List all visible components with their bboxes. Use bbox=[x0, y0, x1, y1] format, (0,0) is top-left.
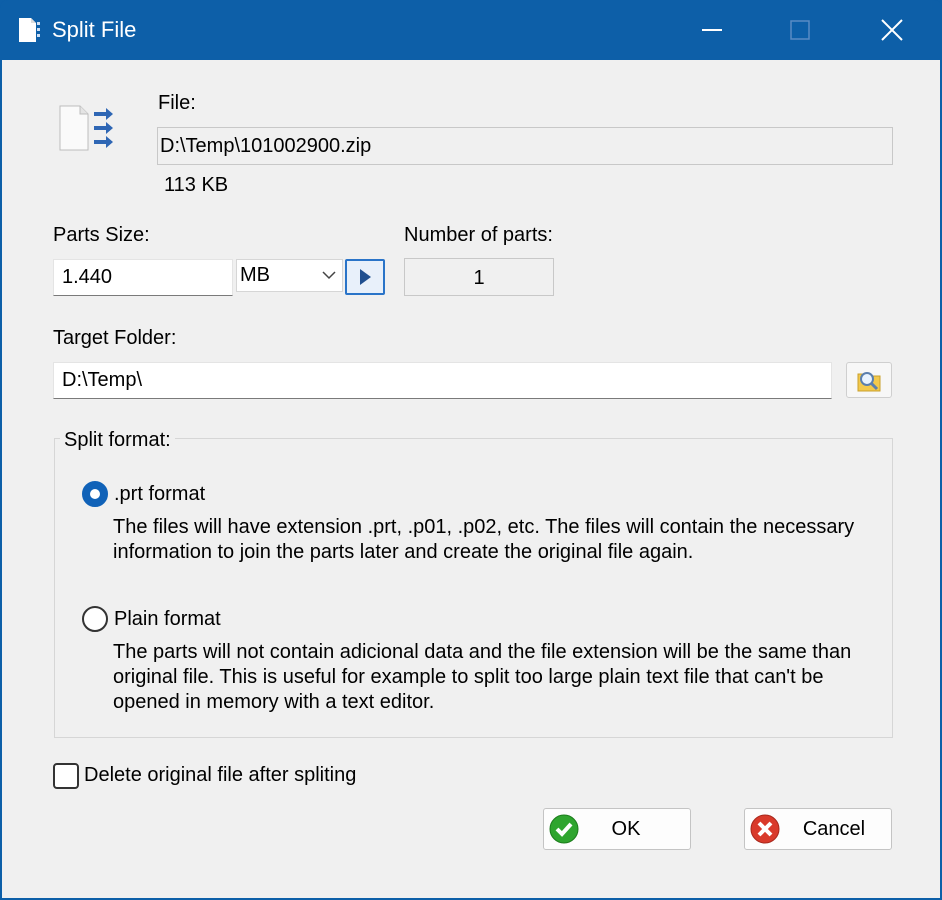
file-path-field: D:\Temp\101002900.zip bbox=[157, 127, 893, 165]
minimize-button[interactable] bbox=[672, 0, 752, 60]
window-title: Split File bbox=[52, 17, 137, 42]
file-split-arrows-icon bbox=[59, 105, 113, 151]
maximize-button[interactable] bbox=[760, 0, 840, 60]
target-folder-label: Target Folder: bbox=[53, 327, 177, 349]
size-unit-value: MB bbox=[240, 264, 270, 286]
split-file-icon bbox=[19, 18, 40, 42]
number-of-parts-label: Number of parts: bbox=[404, 224, 553, 246]
chevron-down-icon bbox=[322, 271, 336, 280]
prt-format-radio[interactable] bbox=[82, 481, 108, 507]
cancel-button-label: Cancel bbox=[802, 818, 866, 840]
ok-button-label: OK bbox=[611, 818, 641, 840]
plain-format-radio[interactable] bbox=[82, 606, 108, 632]
delete-original-checkbox[interactable] bbox=[53, 763, 79, 789]
target-folder-input[interactable]: D:\Temp\ bbox=[53, 362, 832, 399]
plain-format-label[interactable]: Plain format bbox=[114, 607, 221, 631]
close-button[interactable] bbox=[852, 0, 932, 60]
play-arrow-icon bbox=[360, 269, 371, 285]
prt-format-description: The files will have extension .prt, .p01… bbox=[113, 516, 855, 563]
plain-format-description: The parts will not contain adicional dat… bbox=[113, 641, 852, 713]
file-size: 113 KB bbox=[164, 174, 229, 196]
browse-folder-button[interactable] bbox=[846, 362, 892, 398]
split-file-window: Split File File: D:\Temp\101002900.zip 1… bbox=[0, 0, 942, 900]
title-bar[interactable]: Split File bbox=[0, 0, 942, 60]
prt-format-label[interactable]: .prt format bbox=[114, 482, 205, 506]
number-of-parts-field: 1 bbox=[404, 258, 554, 296]
delete-original-label[interactable]: Delete original file after spliting bbox=[84, 763, 356, 787]
dialog-body: File: D:\Temp\101002900.zip 113 KB Parts… bbox=[2, 60, 940, 898]
parts-size-input[interactable]: 1.440 bbox=[53, 259, 233, 296]
size-unit-select[interactable]: MB bbox=[236, 259, 343, 292]
ok-button[interactable]: OK bbox=[543, 808, 691, 850]
close-icon bbox=[881, 19, 903, 41]
maximize-icon bbox=[790, 20, 810, 40]
folder-search-icon bbox=[857, 372, 881, 392]
calculate-parts-button[interactable] bbox=[345, 259, 385, 295]
minimize-icon bbox=[702, 29, 722, 31]
cancel-button[interactable]: Cancel bbox=[744, 808, 892, 850]
number-of-parts-value: 1 bbox=[473, 267, 485, 289]
parts-size-label: Parts Size: bbox=[53, 224, 150, 246]
split-format-legend: Split format: bbox=[60, 428, 175, 452]
file-label: File: bbox=[158, 92, 196, 114]
